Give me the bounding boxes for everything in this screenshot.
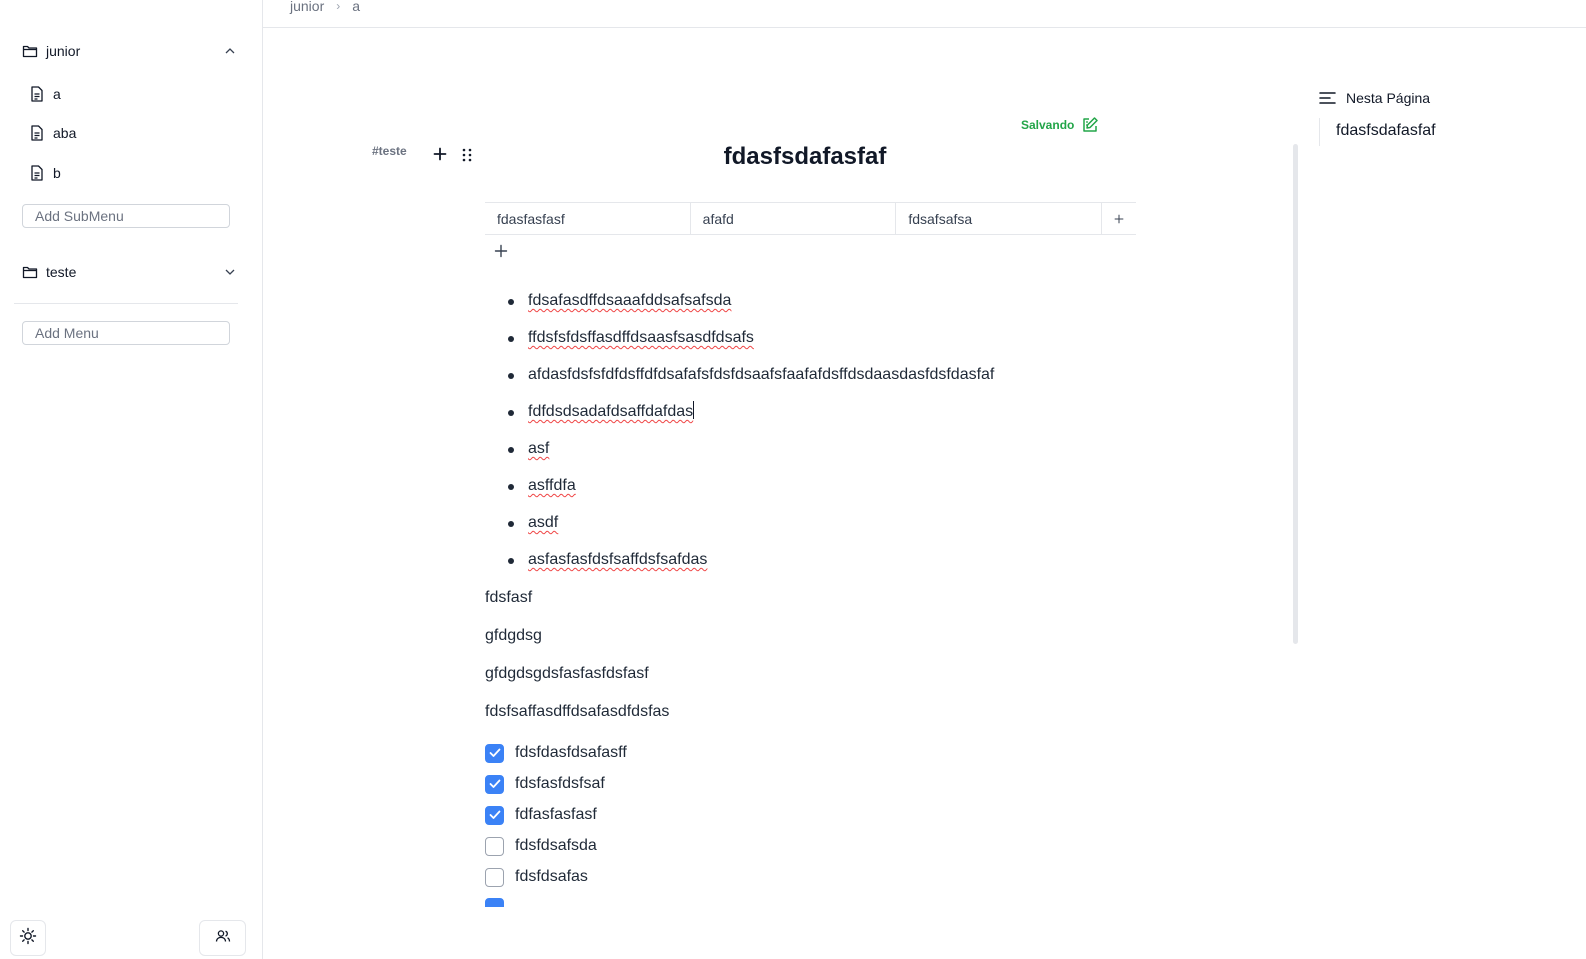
add-row-button[interactable]	[494, 244, 510, 260]
page-title[interactable]: fdasfsdafasfaf	[480, 143, 1130, 171]
breadcrumb: junior › a	[290, 0, 360, 14]
sidebar-item-label: a	[53, 86, 61, 102]
save-status-label: Salvando	[1021, 118, 1075, 132]
paragraph[interactable]: gfdgdsgdsfasfasfdsfasf	[485, 665, 649, 683]
chevron-right-icon: ›	[336, 0, 341, 13]
check-icon	[489, 810, 500, 819]
checklist-label[interactable]: fdfasfasfasf	[515, 806, 597, 824]
list-item-text: asf	[528, 440, 550, 457]
sidebar-folder-label: junior	[46, 43, 81, 59]
list-item-text: ffdsfsfdsffasdffdsaasfsasdfdsafs	[528, 329, 754, 346]
folder-icon	[22, 44, 38, 58]
file-icon	[30, 86, 44, 102]
page-tag[interactable]: #teste	[372, 144, 407, 158]
list-item[interactable]: afdasfdsfsfdfdsffdfdsafafsfdsfdsaafsfaaf…	[508, 358, 994, 395]
table-cell[interactable]: fdasfasfasf	[485, 203, 691, 234]
checkbox[interactable]	[485, 805, 504, 825]
users-button[interactable]	[199, 920, 246, 956]
plus-icon	[494, 244, 508, 258]
sidebar-item-label: aba	[53, 125, 77, 141]
list-item-text: asdf	[528, 514, 559, 531]
checklist-item: fdfasfasfasf	[485, 804, 597, 826]
toc-heading-label: Nesta Página	[1346, 90, 1431, 106]
bullet-list: fdsafasdffdsaaafddsafsafsda ffdsfsfdsffa…	[508, 284, 994, 580]
add-block-icon[interactable]	[432, 146, 448, 162]
sidebar-folder-junior[interactable]: junior	[22, 39, 237, 63]
paragraph[interactable]: fdsfasf	[485, 589, 532, 607]
checkbox[interactable]	[485, 743, 504, 763]
table-cell[interactable]: fdsafsafsa	[896, 203, 1103, 234]
list-item-text: fdsafasdffdsaaafddsafsafsda	[528, 292, 732, 309]
sidebar-folder-label: teste	[46, 264, 77, 280]
save-status: Salvando	[1021, 116, 1099, 134]
chevron-down-icon[interactable]	[223, 265, 237, 279]
checklist-item-partial	[480, 898, 780, 907]
file-icon	[30, 165, 44, 181]
checkbox[interactable]	[485, 836, 504, 856]
checklist-label[interactable]: fdsfdsafsda	[515, 837, 597, 855]
list-item[interactable]: asffdfa	[508, 469, 994, 506]
checklist-item: fdsfdsafsda	[485, 835, 597, 857]
list-item-text: afdasfdsfsfdfdsffdfdsafafsfdsfdsaafsfaaf…	[528, 366, 995, 383]
list-item-text: fdfdsdsadafdsaffdafdas	[528, 403, 694, 420]
check-icon	[489, 779, 500, 788]
sun-icon	[19, 927, 37, 950]
list-item[interactable]: asdf	[508, 506, 994, 543]
breadcrumb-item[interactable]: a	[352, 0, 360, 14]
add-submenu-input[interactable]	[22, 204, 230, 228]
top-bar: junior › a	[263, 0, 1586, 28]
checklist-item: fdsfdasfdsafasff	[485, 742, 627, 764]
chevron-up-icon[interactable]	[223, 44, 237, 58]
sidebar-item-aba[interactable]: aba	[30, 122, 76, 144]
list-item-text: asfasfasfdsfsaffdsfsafdas	[528, 551, 708, 568]
checkbox[interactable]	[485, 867, 504, 887]
list-item[interactable]: asfasfasfdsfsaffdsfsafdas	[508, 543, 994, 580]
toc-heading: Nesta Página	[1319, 90, 1430, 106]
align-left-icon	[1319, 91, 1336, 105]
file-icon	[30, 125, 44, 141]
check-icon	[489, 748, 500, 757]
list-item[interactable]: ffdsfsfdsffasdffdsaasfsasdfdsafs	[508, 321, 994, 358]
sidebar-divider	[14, 303, 238, 304]
checkbox[interactable]	[485, 898, 504, 907]
scrollbar[interactable]	[1293, 144, 1298, 644]
add-menu-input[interactable]	[22, 321, 230, 345]
toc-divider	[1319, 118, 1320, 146]
sidebar-folder-teste[interactable]: teste	[22, 260, 237, 284]
checklist-item: fdsfasfdsfsaf	[485, 773, 605, 795]
list-item[interactable]: asf	[508, 432, 994, 469]
list-item[interactable]: fdsafasdffdsaaafddsafsafsda	[508, 284, 994, 321]
theme-toggle-button[interactable]	[10, 920, 46, 956]
checkbox[interactable]	[485, 774, 504, 794]
text-cursor	[693, 401, 695, 419]
folder-icon	[22, 265, 38, 279]
edit-note-icon[interactable]	[1081, 116, 1099, 134]
table: fdasfasfasf afafd fdsafsafsa	[485, 202, 1136, 235]
breadcrumb-item[interactable]: junior	[290, 0, 324, 14]
checklist-item: fdsfdsafas	[485, 866, 588, 888]
drag-handle-icon[interactable]	[461, 148, 473, 162]
checklist-label[interactable]: fdsfdasfdsafasff	[515, 744, 627, 762]
checklist-label[interactable]: fdsfasfdsfsaf	[515, 775, 605, 793]
sidebar-item-a[interactable]: a	[30, 83, 61, 105]
sidebar-item-b[interactable]: b	[30, 162, 61, 184]
sidebar: junior a aba b teste	[0, 0, 263, 959]
users-icon	[215, 929, 231, 948]
table-cell[interactable]: afafd	[691, 203, 897, 234]
paragraph[interactable]: fdsfsaffasdffdsafasdfdsfas	[485, 703, 669, 721]
list-item-text: asffdfa	[528, 477, 576, 494]
checklist-label[interactable]: fdsfdsafas	[515, 868, 588, 886]
list-item[interactable]: fdfdsdsadafdsaffdafdas	[508, 395, 994, 432]
add-column-button[interactable]	[1102, 203, 1136, 234]
paragraph[interactable]: gfdgdsg	[485, 627, 542, 645]
sidebar-item-label: b	[53, 165, 61, 181]
plus-icon	[1114, 214, 1124, 223]
toc-link[interactable]: fdasfsdafasfaf	[1336, 122, 1436, 140]
